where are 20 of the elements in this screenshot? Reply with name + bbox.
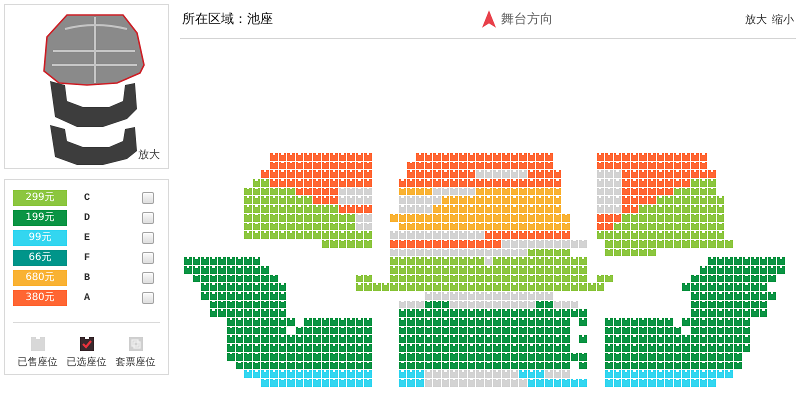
status-label: 已售座位 [18,356,58,369]
status-label: 套票座位 [116,356,156,369]
tier-label: D [84,212,92,224]
status-label: 已选座位 [66,356,106,369]
tier-label: B [84,272,92,284]
price-tag: 66元 [13,250,67,266]
price-tag: 299元 [13,190,67,206]
tier-label: F [84,252,92,264]
tier-label: E [84,232,92,244]
tier-label: A [84,292,92,304]
zoom-out-link[interactable]: 缩小 [772,12,794,26]
area-title: 所在区域：池座 [182,11,274,28]
price-tag: 380元 [13,290,67,306]
tier-label: C [84,192,92,204]
price-tag: 680元 [13,270,67,286]
stage-direction-label: 舞台方向 [501,11,553,28]
price-tag: 199元 [13,210,67,226]
zoom-in-link[interactable]: 放大 [138,147,160,162]
price-tag: 99元 [13,230,67,246]
zoom-in-link[interactable]: 放大 [745,12,767,26]
